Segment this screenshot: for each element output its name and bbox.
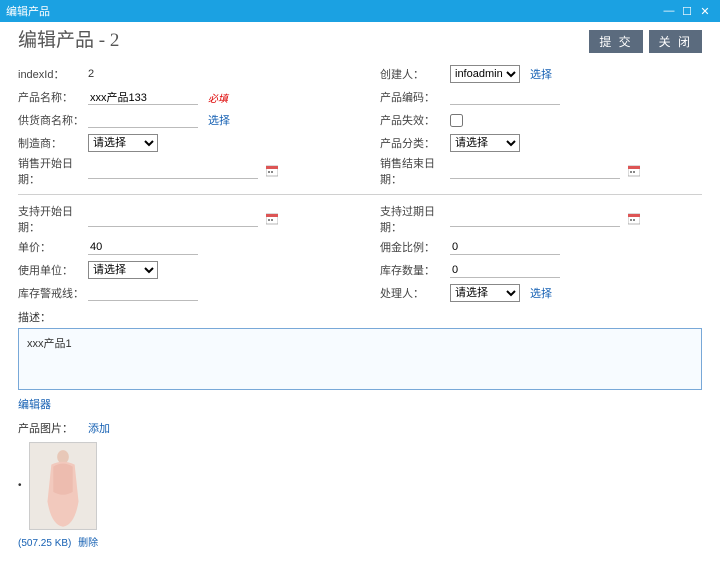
calendar-icon[interactable] — [266, 213, 278, 225]
index-id-value: 2 — [88, 68, 340, 80]
calendar-icon[interactable] — [628, 165, 640, 177]
editor-link[interactable]: 编辑器 — [18, 396, 51, 412]
sale-start-label: 销售开始日期： — [18, 155, 88, 187]
usage-unit-label: 使用单位： — [18, 262, 88, 278]
supplier-label: 供货商名称： — [18, 112, 88, 128]
bullet-icon: • — [18, 480, 22, 491]
add-image-link[interactable]: 添加 — [88, 420, 110, 436]
close-window-button[interactable]: ✕ — [696, 5, 714, 18]
window-title: 编辑产品 — [6, 3, 50, 19]
product-image-thumb[interactable] — [29, 442, 97, 530]
minimize-button[interactable]: — — [660, 5, 678, 17]
support-end-label: 支持过期日期： — [380, 203, 450, 235]
page-header: 编辑产品 - 2 提 交 关 闭 — [0, 22, 720, 63]
creator-label: 创建人： — [380, 66, 450, 82]
description-box[interactable]: xxx产品1 — [18, 328, 702, 390]
creator-pick-link[interactable]: 选择 — [530, 66, 552, 82]
page-title: 编辑产品 - 2 — [18, 30, 583, 53]
calendar-icon[interactable] — [266, 165, 278, 177]
unit-price-label: 单价： — [18, 239, 88, 255]
sale-start-input[interactable] — [88, 164, 258, 179]
support-end-input[interactable] — [450, 212, 620, 227]
stock-qty-label: 库存数量： — [380, 262, 450, 278]
image-size: (507.25 KB) — [18, 538, 71, 549]
index-id-label: indexId： — [18, 66, 88, 82]
sale-end-label: 销售结束日期： — [380, 155, 450, 187]
support-start-input[interactable] — [88, 212, 258, 227]
commission-input[interactable] — [450, 240, 560, 255]
product-name-input[interactable] — [88, 90, 198, 105]
unit-price-input[interactable] — [88, 240, 198, 255]
calendar-icon[interactable] — [628, 213, 640, 225]
supplier-input[interactable] — [88, 113, 198, 128]
handler-select[interactable]: 请选择 — [450, 284, 520, 302]
titlebar: 编辑产品 — ☐ ✕ — [0, 0, 720, 22]
product-image-label: 产品图片： — [18, 420, 88, 436]
creator-select[interactable]: infoadmin — [450, 65, 520, 83]
image-meta: (507.25 KB) 删除 — [18, 534, 702, 549]
divider — [18, 194, 702, 195]
product-code-input[interactable] — [450, 90, 560, 105]
invalid-label: 产品失效： — [380, 112, 450, 128]
handler-label: 处理人： — [380, 285, 450, 301]
commission-label: 佣金比例： — [380, 239, 450, 255]
stock-warn-label: 库存警戒线： — [18, 285, 88, 301]
description-label: 描述： — [18, 309, 702, 325]
maximize-button[interactable]: ☐ — [678, 5, 696, 18]
sale-end-input[interactable] — [450, 164, 620, 179]
product-name-label: 产品名称： — [18, 89, 88, 105]
category-label: 产品分类： — [380, 135, 450, 151]
support-start-label: 支持开始日期： — [18, 203, 88, 235]
invalid-checkbox[interactable] — [450, 114, 463, 127]
delete-image-link[interactable]: 删除 — [78, 538, 98, 549]
right-column: 创建人：infoadmin 选择 产品编码： 产品失效： 产品分类：请选择 销售结… — [380, 63, 702, 188]
required-tag: 必填 — [208, 90, 228, 105]
manufacturer-select[interactable]: 请选择 — [88, 134, 158, 152]
supplier-pick-link[interactable]: 选择 — [208, 112, 230, 128]
usage-unit-select[interactable]: 请选择 — [88, 261, 158, 279]
stock-warn-input[interactable] — [88, 286, 198, 301]
category-select[interactable]: 请选择 — [450, 134, 520, 152]
product-code-label: 产品编码： — [380, 89, 450, 105]
close-button[interactable]: 关 闭 — [649, 30, 702, 53]
stock-qty-input[interactable] — [450, 263, 560, 278]
submit-button[interactable]: 提 交 — [589, 30, 642, 53]
left-column: indexId：2 产品名称： 必填 供货商名称： 选择 制造商：请选择 销售开始日… — [18, 63, 340, 188]
manufacturer-label: 制造商： — [18, 135, 88, 151]
handler-pick-link[interactable]: 选择 — [530, 285, 552, 301]
